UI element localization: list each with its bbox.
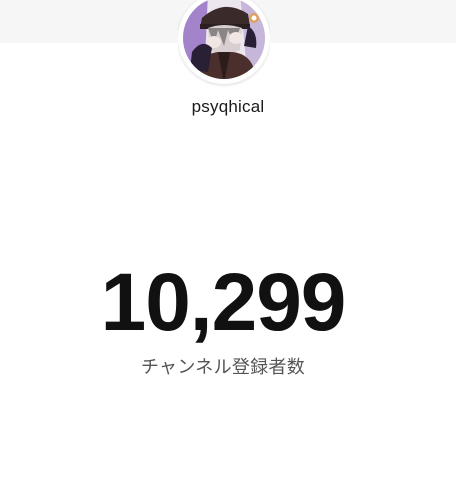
subscriber-count: 10,299 bbox=[100, 257, 347, 348]
subscriber-count-label: チャンネル登録者数 bbox=[140, 357, 306, 378]
channel-name[interactable]: psyqhical bbox=[0, 97, 456, 117]
subscriber-counter-page: psyqhical 10,299 チャンネル登録者数 bbox=[0, 0, 456, 486]
avatar-image-icon bbox=[180, 0, 268, 82]
avatar-container bbox=[178, 0, 270, 88]
avatar[interactable] bbox=[178, 0, 270, 84]
